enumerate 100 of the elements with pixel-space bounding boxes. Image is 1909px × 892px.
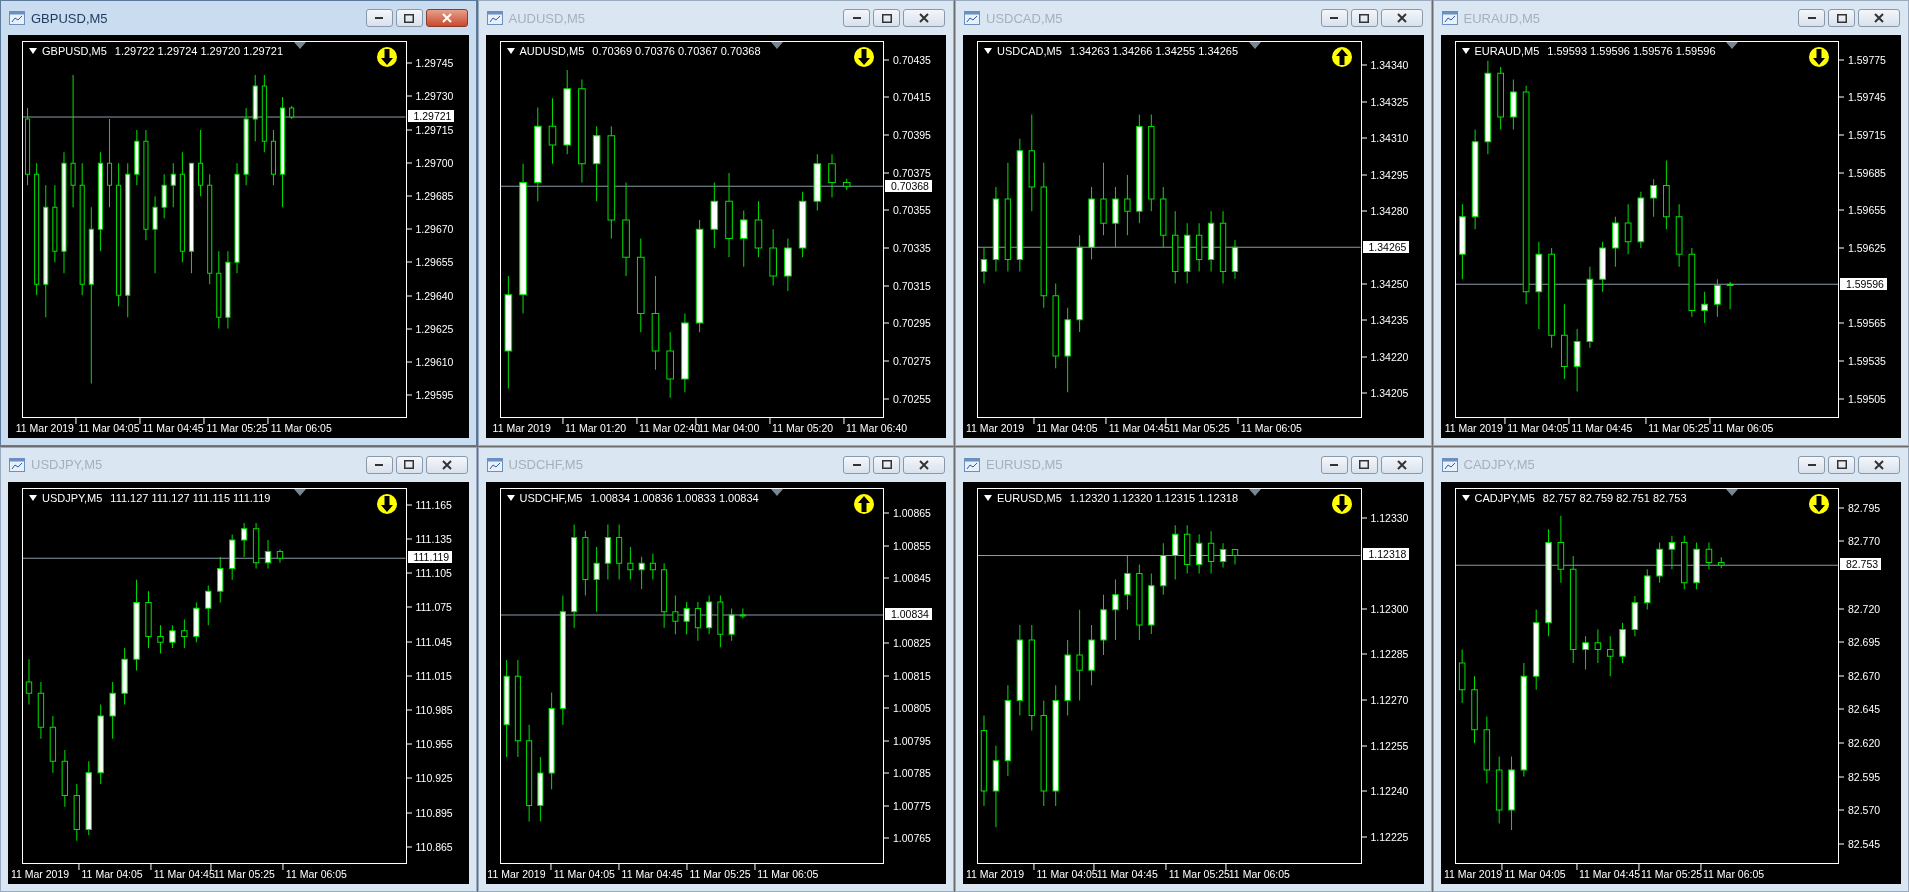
time-label: 11 Mar 2019: [965, 421, 1025, 435]
price-label: 1.29700: [406, 156, 454, 170]
price-label: 1.34295: [1361, 168, 1409, 182]
chart-window[interactable]: CADJPY,M5 CADJPY,M5 82.757 82.759 82.751 82.753 82.795 82.770 82.720 82.695 82.670 82.645 82.620 82.595 82.570 82.545 82.753 11 Mar 2019 11 Mar 04:05 11 Mar 04:4511 Mar 05:2511 Mar 06:05: [1432, 446, 1909, 892]
price-label: 0.70275: [884, 354, 931, 368]
time-label: 11 Mar 05:25: [206, 421, 268, 435]
current-price-label: 1.00834: [885, 608, 932, 621]
price-label: 1.12225: [1361, 830, 1409, 844]
price-label: 82.620: [1839, 736, 1881, 750]
window-title: GBPUSD,M5: [31, 10, 109, 26]
price-label: 82.545: [1839, 837, 1881, 851]
price-label: 1.34325: [1361, 95, 1409, 109]
price-label: 1.12285: [1361, 648, 1409, 661]
chart-quotes: 1.12320 1.12320 1.12315 1.12318: [1069, 491, 1238, 504]
time-label: 11 Mar 04:00: [698, 421, 760, 435]
price-label: 1.34235: [1361, 313, 1409, 327]
price-label: 1.29640: [406, 289, 454, 303]
current-price-label: 1.29721: [407, 110, 455, 123]
time-label: 11 Mar 06:05: [1712, 421, 1774, 435]
price-label: 1.29610: [406, 355, 454, 369]
current-price-label: 1.34265: [1362, 241, 1410, 254]
price-label: 1.00825: [884, 636, 931, 650]
price-label: 1.00855: [884, 539, 931, 553]
window-title: EURAUD,M5: [1463, 10, 1542, 26]
window-title: EURUSD,M5: [986, 457, 1064, 472]
price-label: 111.165: [406, 498, 452, 512]
window-title: CADJPY,M5: [1463, 457, 1536, 472]
price-label: 1.12300: [1361, 602, 1409, 616]
price-label: 1.00775: [884, 799, 931, 813]
current-price-label: 0.70368: [885, 179, 932, 192]
price-label: 110.895: [406, 806, 453, 820]
time-label: 11 Mar 2019: [487, 868, 546, 881]
price-label: 0.70255: [884, 392, 931, 406]
price-label: 1.34250: [1361, 277, 1409, 291]
chart-quotes: 82.757 82.759 82.751 82.753: [1542, 491, 1687, 504]
chart-window[interactable]: USDCAD,M5 USDCAD,M5 1.34263 1.34266 1.34255 1.34265 1.34340 1.34325 1.34310 1.34295 1.34280 1.34250 1.34235 1.34220 1.34205 1.34265 11 Mar 2019 11 Mar 04:05 11 Mar 04:4511 Mar 05:25 11 Mar 06:05: [955, 0, 1432, 446]
chart-symbol: AUDUSD,M5: [519, 45, 585, 57]
price-label: 1.34220: [1361, 350, 1409, 364]
chart-quotes: 1.59593 1.59596 1.59576 1.59596: [1547, 45, 1716, 57]
time-label: 11 Mar 04:05: [1036, 421, 1098, 435]
chart-symbol: EURAUD,M5: [1474, 45, 1540, 57]
chart-window[interactable]: EURAUD,M5 EURAUD,M5 1.59593 1.59596 1.59576 1.59596 1.59775 1.59745 1.59715 1.59685 1.59655 1.59625 1.59565 1.59535 1.59505 1.59596 11 Mar 2019 11 Mar 04:05 11 Mar 04:45 11 Mar 05:25 11 Mar 06:05: [1432, 0, 1909, 446]
price-label: 1.34310: [1361, 131, 1409, 145]
price-label: 1.00765: [884, 831, 931, 845]
price-label: 1.00845: [884, 571, 931, 585]
time-label: 11 Mar 04:45: [142, 421, 204, 435]
price-label: 82.670: [1839, 669, 1881, 683]
price-label: 0.70355: [884, 203, 931, 217]
time-label: 11 Mar 05:25: [1168, 421, 1230, 435]
time-label: 11 Mar 05:20: [772, 421, 834, 435]
chart-symbol: USDCAD,M5: [997, 45, 1062, 57]
price-label: 1.29715: [406, 123, 454, 137]
window-title: USDCAD,M5: [986, 10, 1064, 26]
price-label: 0.70375: [884, 166, 931, 180]
window-title: USDCHF,M5: [508, 457, 584, 472]
price-label: 1.29685: [406, 189, 454, 203]
price-label: 111.135: [406, 532, 452, 546]
time-label: 11 Mar 05:25: [1648, 421, 1710, 435]
price-label: 1.00785: [884, 766, 931, 780]
current-price-label: 111.119: [407, 551, 453, 564]
price-label: 110.985: [406, 703, 453, 717]
price-label: 1.59715: [1839, 128, 1886, 142]
time-label: 11 Mar 06:05: [1240, 421, 1302, 435]
price-label: 1.12255: [1361, 739, 1409, 753]
price-label: 1.29670: [406, 222, 454, 236]
current-price-label: 82.753: [1840, 558, 1882, 571]
time-label: 11 Mar 04:45: [1108, 421, 1170, 435]
price-label: 1.34280: [1361, 204, 1409, 218]
current-price-label: 1.12318: [1362, 548, 1410, 561]
price-label: 1.00865: [884, 506, 931, 520]
chart-symbol: USDJPY,M5: [42, 491, 103, 504]
price-label: 1.29595: [406, 388, 454, 402]
price-label: 1.59655: [1839, 203, 1886, 217]
current-price-label: 1.59596: [1840, 278, 1887, 291]
price-label: 82.770: [1839, 534, 1881, 548]
price-label: 111.015: [406, 669, 452, 683]
time-label: 11 Mar 2019: [10, 868, 70, 881]
chart-quotes: 1.34263 1.34266 1.34255 1.34265: [1069, 45, 1238, 57]
price-label: 82.645: [1839, 702, 1881, 716]
price-label: 111.105: [406, 566, 452, 580]
chart-quotes: 1.00834 1.00836 1.00833 1.00834: [590, 491, 759, 504]
chart-window[interactable]: EURUSD,M5 EURUSD,M5 1.12320 1.12320 1.12315 1.12318 1.12330 1.12300 1.12285 1.12270 1.12255 1.12240 1.12225 1.12318 11 Mar 2019 11 Mar 04:0511 Mar 04:45 11 Mar 05:2511 Mar 06:05: [955, 446, 1432, 892]
price-label: 1.59565: [1839, 316, 1886, 330]
price-label: 1.59745: [1839, 90, 1886, 104]
price-label: 110.865: [406, 840, 453, 854]
price-label: 82.795: [1839, 501, 1881, 515]
price-label: 1.59535: [1839, 354, 1886, 368]
price-label: 82.595: [1839, 770, 1881, 784]
price-label: 1.12240: [1361, 784, 1409, 798]
price-label: 1.29730: [406, 89, 454, 103]
price-label: 0.70415: [884, 90, 931, 104]
chart-symbol: USDCHF,M5: [519, 491, 583, 504]
time-label: 11 Mar 02:40: [639, 421, 701, 435]
price-label: 82.720: [1839, 602, 1881, 615]
time-label: 11 Mar 2019: [1444, 421, 1503, 435]
price-label: 0.70335: [884, 241, 931, 255]
price-label: 0.70315: [884, 279, 931, 293]
price-label: 1.34340: [1361, 58, 1409, 72]
chart-quotes: 111.127 111.127 111.115 111.119: [110, 491, 271, 504]
price-label: 0.70435: [884, 53, 931, 67]
